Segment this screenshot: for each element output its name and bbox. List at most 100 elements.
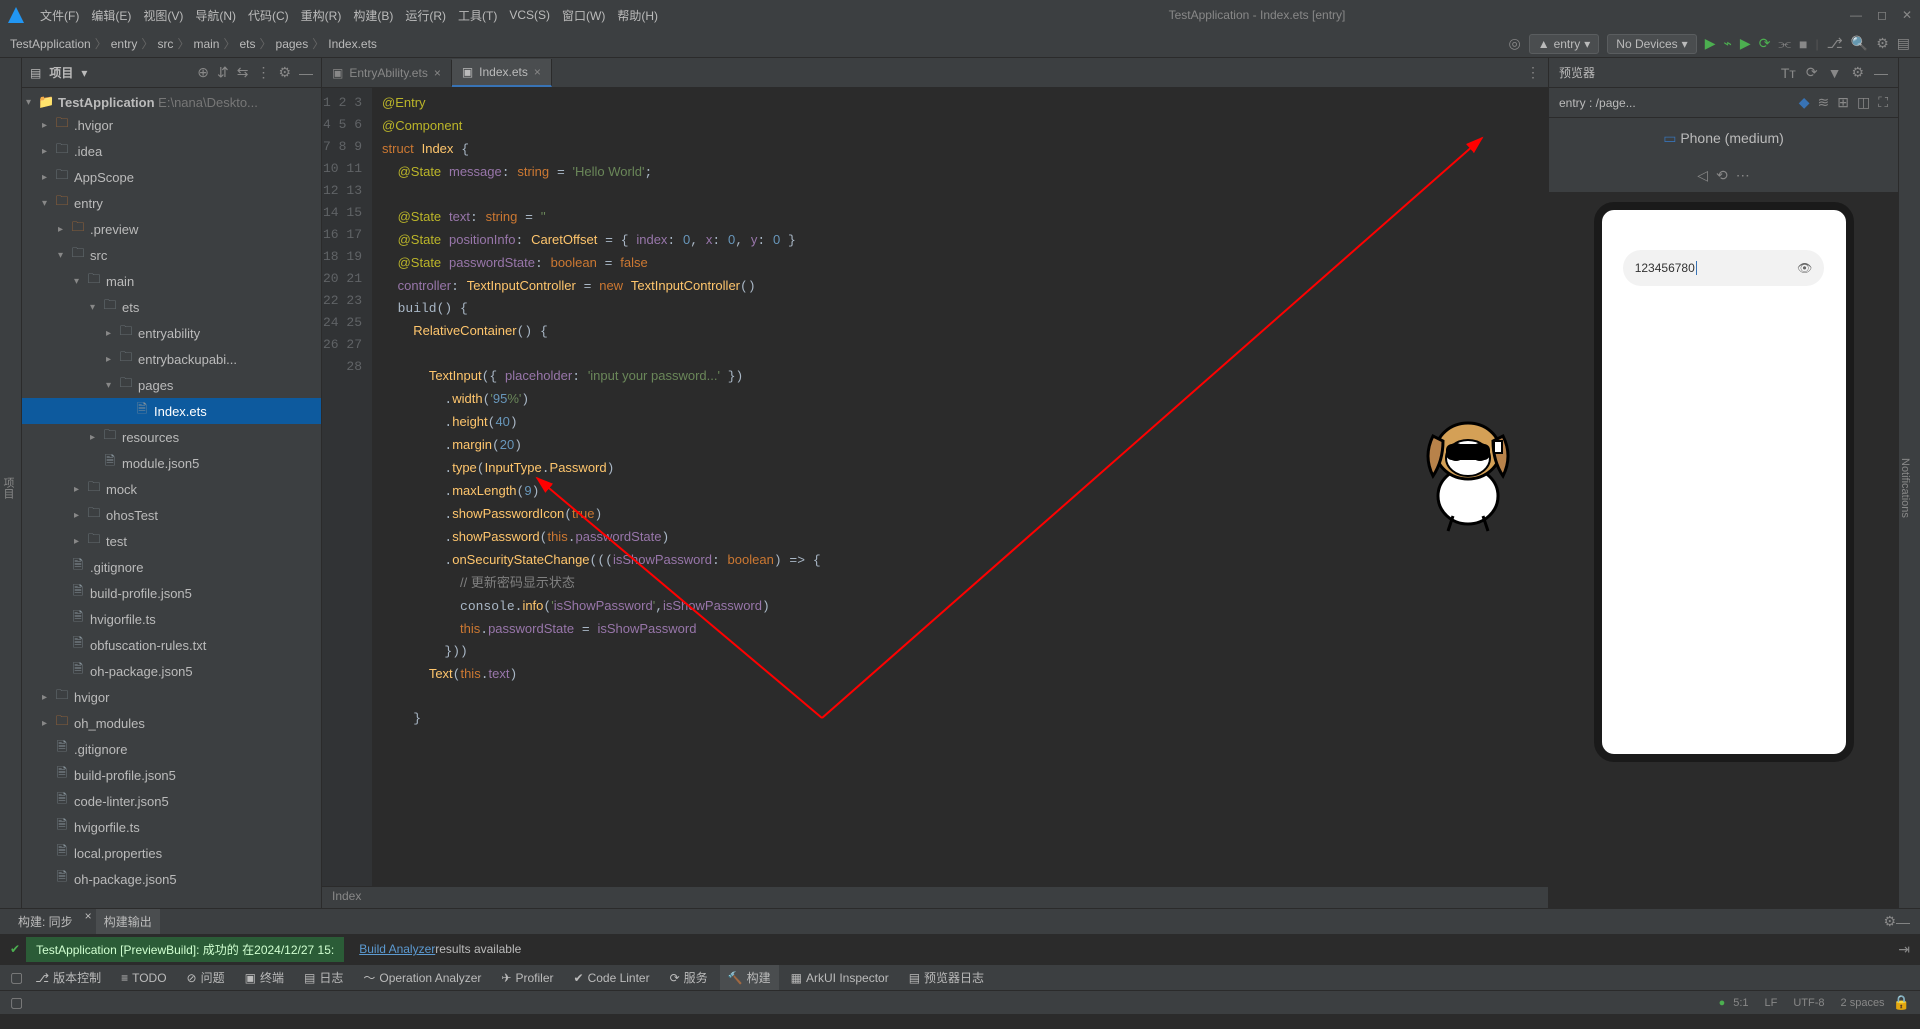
tree-node[interactable]: ▸🗀hvigor <box>22 684 321 710</box>
tree-node[interactable]: 🗎oh-package.json5 <box>22 866 321 892</box>
tree-node[interactable]: ▸🗀ohosTest <box>22 502 321 528</box>
run-config-selector[interactable]: ▲ entry ▾ <box>1529 34 1600 54</box>
back-icon[interactable]: ◁ <box>1697 167 1708 184</box>
menu-help[interactable]: 帮助(H) <box>611 7 664 24</box>
bottom-tab-linter[interactable]: ✔ Code Linter <box>566 967 658 989</box>
status-caret-pos[interactable]: 5:1 <box>1725 997 1756 1009</box>
breadcrumb[interactable]: ets <box>239 37 255 51</box>
maximize-icon[interactable]: ◻ <box>1877 8 1887 22</box>
project-view-icon[interactable]: ▤ <box>30 66 41 80</box>
select-opened-icon[interactable]: ⊕ <box>197 64 209 81</box>
tree-node[interactable]: ▸🗀.preview <box>22 216 321 242</box>
breadcrumb[interactable]: entry <box>111 37 138 51</box>
target-icon[interactable]: ◎ <box>1508 35 1520 52</box>
tree-node[interactable]: 🗎build-profile.json5 <box>22 762 321 788</box>
preview-text-input[interactable]: 123456780 👁 <box>1623 250 1825 286</box>
status-line-ending[interactable]: LF <box>1757 997 1786 1009</box>
split-icon[interactable]: ◫ <box>1857 94 1870 111</box>
bottom-tab-terminal[interactable]: ▣ 终端 <box>237 965 292 990</box>
run-icon[interactable]: ▶ <box>1705 35 1716 52</box>
attach-icon[interactable]: ⫘ <box>1778 35 1791 52</box>
rotate-icon[interactable]: ⟲ <box>1716 167 1728 184</box>
gear-icon[interactable]: ⚙ <box>278 64 291 81</box>
menu-code[interactable]: 代码(C) <box>242 7 295 24</box>
menu-edit[interactable]: 编辑(E) <box>85 7 137 24</box>
left-tab-project[interactable]: 项目 <box>0 68 16 908</box>
close-icon[interactable]: ✕ <box>1902 8 1912 22</box>
editor-menu-icon[interactable]: ⋮ <box>1518 64 1548 81</box>
minimize-panel-icon[interactable]: — <box>1874 65 1888 81</box>
minimize-icon[interactable]: — <box>1850 8 1862 22</box>
tree-root[interactable]: ▾📁 TestApplication E:\nana\Deskto... <box>22 92 321 112</box>
text-scale-icon[interactable]: Tт <box>1781 65 1796 81</box>
lock-icon[interactable]: 🔒 <box>1893 994 1910 1011</box>
hide-icon[interactable]: ⋮ <box>256 64 270 81</box>
tree-node[interactable]: ▸🗀entrybackupabi... <box>22 346 321 372</box>
stop-icon[interactable]: ■ <box>1799 36 1807 52</box>
menu-run[interactable]: 运行(R) <box>399 7 452 24</box>
build-analyzer-link[interactable]: Build Analyzer <box>359 942 435 956</box>
breadcrumb[interactable]: src <box>157 37 173 51</box>
minimize-panel-icon[interactable]: — <box>1896 914 1910 930</box>
tree-node[interactable]: ▾🗀pages <box>22 372 321 398</box>
tree-node[interactable]: ▸🗀test <box>22 528 321 554</box>
debug-icon[interactable]: ⌁ <box>1723 35 1731 52</box>
tree-node[interactable]: ▾🗀ets <box>22 294 321 320</box>
menu-navigate[interactable]: 导航(N) <box>189 7 242 24</box>
tree-node[interactable]: ▾🗀entry <box>22 190 321 216</box>
inspector-icon[interactable]: ◆ <box>1799 94 1810 111</box>
tree-node[interactable]: ▾🗀main <box>22 268 321 294</box>
tree-node[interactable]: ▸🗀oh_modules <box>22 710 321 736</box>
bottom-tab-problems[interactable]: ⊘ 问题 <box>179 965 233 990</box>
editor-tab-active[interactable]: ▣ Index.ets × <box>452 59 552 87</box>
tree-node[interactable]: ▸🗀.idea <box>22 138 321 164</box>
breadcrumb[interactable]: Index.ets <box>328 37 377 51</box>
bottom-tab-preview-log[interactable]: ▤ 预览器日志 <box>901 965 992 990</box>
tree-node[interactable]: 🗎hvigorfile.ts <box>22 606 321 632</box>
tree-node[interactable]: 🗎hvigorfile.ts <box>22 814 321 840</box>
phone-preview[interactable]: 123456780 👁 <box>1594 202 1854 762</box>
eye-icon[interactable]: 👁 <box>1797 261 1812 275</box>
bottom-tab-arkui[interactable]: ▦ ArkUI Inspector <box>783 967 897 989</box>
layers-icon[interactable]: ≋ <box>1817 94 1829 111</box>
git-icon[interactable]: ⎇ <box>1827 35 1843 52</box>
tree-node[interactable]: ▸🗀AppScope <box>22 164 321 190</box>
breadcrumb[interactable]: TestApplication <box>10 37 91 51</box>
profile-icon[interactable]: ⟳ <box>1759 35 1771 52</box>
search-icon[interactable]: 🔍 <box>1851 35 1868 52</box>
close-tab-icon[interactable]: × <box>85 909 92 934</box>
tree-node[interactable]: ▸🗀entryability <box>22 320 321 346</box>
tree-node[interactable]: 🗎.gitignore <box>22 736 321 762</box>
menu-vcs[interactable]: VCS(S) <box>503 8 556 22</box>
tree-node-selected[interactable]: 🗎Index.ets <box>22 398 321 424</box>
status-indent[interactable]: 2 spaces <box>1833 997 1893 1009</box>
tree-node[interactable]: 🗎obfuscation-rules.txt <box>22 632 321 658</box>
status-encoding[interactable]: UTF-8 <box>1785 997 1832 1009</box>
terminal-toggle-icon[interactable]: ▢ <box>10 969 23 986</box>
build-output-tab[interactable]: 构建输出 <box>96 909 160 934</box>
tree-node[interactable]: ▸🗀mock <box>22 476 321 502</box>
close-tab-icon[interactable]: × <box>434 66 441 80</box>
build-sync-tab[interactable]: 构建: 同步 <box>10 909 81 934</box>
settings-icon[interactable]: ⚙ <box>1876 35 1889 52</box>
refresh-icon[interactable]: ⟳ <box>1806 64 1818 81</box>
tree-node[interactable]: ▾🗀src <box>22 242 321 268</box>
gear-icon[interactable]: ⚙ <box>1851 64 1864 81</box>
code-editor[interactable]: 1 2 3 4 5 6 7 8 9 10 11 12 13 14 15 16 1… <box>322 88 1548 886</box>
tree-node[interactable]: ▸🗀.hvigor <box>22 112 321 138</box>
expand-icon[interactable]: ⇵ <box>217 64 229 81</box>
right-tab-notifications[interactable]: Notifications <box>1899 68 1911 908</box>
tree-node[interactable]: 🗎build-profile.json5 <box>22 580 321 606</box>
coverage-icon[interactable]: ▶ <box>1740 35 1751 52</box>
tree-node[interactable]: ▸🗀resources <box>22 424 321 450</box>
grid-icon[interactable]: ⊞ <box>1837 94 1849 111</box>
tree-node[interactable]: 🗎code-linter.json5 <box>22 788 321 814</box>
editor-tab[interactable]: ▣ EntryAbility.ets × <box>322 60 452 86</box>
filter-icon[interactable]: ▼ <box>1828 65 1842 81</box>
editor-breadcrumb[interactable]: Index <box>322 886 1548 908</box>
collapse-icon[interactable]: ⇆ <box>237 64 249 81</box>
sdk-icon[interactable]: ▤ <box>1897 35 1910 52</box>
menu-tools[interactable]: 工具(T) <box>452 7 503 24</box>
bottom-tab-profiler[interactable]: ✈ Profiler <box>493 967 561 989</box>
collapse-icon[interactable]: ⇥ <box>1898 941 1910 958</box>
